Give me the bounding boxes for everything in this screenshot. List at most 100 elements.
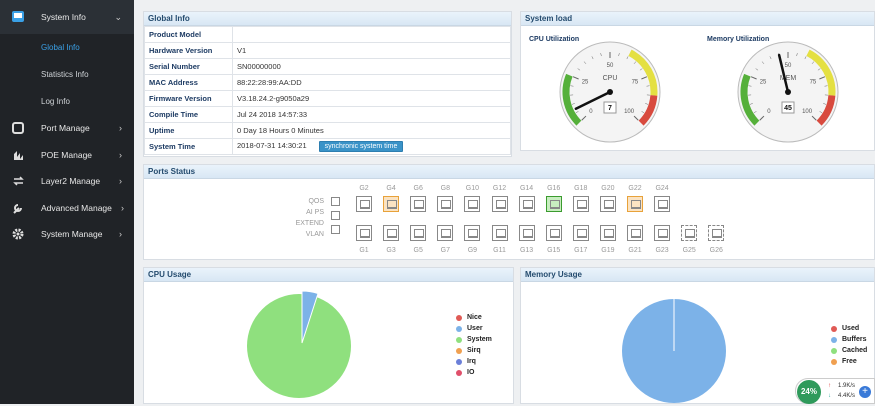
- sub-log-info[interactable]: Log Info: [0, 88, 134, 115]
- port-g16[interactable]: [546, 196, 562, 212]
- port-g12[interactable]: [492, 196, 508, 212]
- nav-label: Port Manage: [41, 123, 90, 133]
- sub-statistics-info[interactable]: Statistics Info: [0, 61, 134, 88]
- legend-item[interactable]: System: [456, 334, 492, 345]
- port-g21[interactable]: [627, 225, 643, 241]
- port-g8[interactable]: [437, 196, 453, 212]
- nav-poe-manage[interactable]: POE Manage ›: [0, 142, 134, 169]
- panel-title: CPU Usage: [144, 268, 513, 282]
- network-widget[interactable]: 24% ↑ 1.9K/s ↓ 4.4K/s +: [795, 378, 875, 404]
- sub-global-info[interactable]: Global Info: [0, 34, 134, 61]
- port-g23[interactable]: [654, 225, 670, 241]
- port-g10[interactable]: [464, 196, 480, 212]
- gear-icon: [11, 227, 25, 241]
- info-value-text: Jul 24 2018 14:57:33: [237, 110, 307, 119]
- legend-label: System: [467, 336, 492, 343]
- cpu-pie: [244, 288, 354, 398]
- nav-layer2-manage[interactable]: Layer2 Manage ›: [0, 168, 134, 195]
- port-label: G2: [354, 185, 374, 192]
- port-g17[interactable]: [573, 225, 589, 241]
- upload-speed: 1.9K/s: [838, 383, 855, 389]
- gauge-tick-label: 50: [607, 63, 614, 69]
- port-g11[interactable]: [492, 225, 508, 241]
- legend-item[interactable]: Sirq: [456, 345, 492, 356]
- legend-item[interactable]: Free: [831, 356, 867, 367]
- port-g26[interactable]: [708, 225, 724, 241]
- swap-icon: [11, 174, 25, 188]
- gauge-tick-label: 50: [785, 63, 792, 69]
- legend-item[interactable]: Cached: [831, 345, 867, 356]
- port-g6[interactable]: [410, 196, 426, 212]
- legend-dot: [456, 315, 462, 321]
- port-g9[interactable]: [464, 225, 480, 241]
- legend-item[interactable]: User: [456, 323, 492, 334]
- sync-time-button[interactable]: synchronic system time: [319, 141, 404, 152]
- nav-port-manage[interactable]: Port Manage ›: [0, 115, 134, 142]
- port-label: G24: [652, 185, 672, 192]
- info-value: V1: [233, 43, 511, 59]
- port-g14[interactable]: [519, 196, 535, 212]
- plus-icon[interactable]: +: [859, 386, 871, 398]
- chevron-right-icon: ›: [119, 123, 122, 133]
- info-value: V3.18.24.2-g9050a29: [233, 91, 511, 107]
- port-g1[interactable]: [356, 225, 372, 241]
- nav-system-info[interactable]: System Info ⌄: [0, 0, 134, 34]
- info-value-text: V3.18.24.2-g9050a29: [237, 94, 309, 103]
- port-g20[interactable]: [600, 196, 616, 212]
- port-g18[interactable]: [573, 196, 589, 212]
- legend-label: Nice: [467, 314, 482, 321]
- global-info-table: Product ModelHardware VersionV1Serial Nu…: [144, 26, 511, 155]
- info-key: Uptime: [145, 123, 233, 139]
- legend-item[interactable]: Buffers: [831, 334, 867, 345]
- info-value-text: 0 Day 18 Hours 0 Minutes: [237, 126, 324, 135]
- ports-status-panel: Ports Status G2G4G6G8G10G12G14G16G18G20G…: [143, 164, 875, 260]
- legend-label: IO: [467, 369, 474, 376]
- info-key: Firmware Version: [145, 91, 233, 107]
- gauge-name: CPU: [603, 75, 618, 82]
- info-row: Product Model: [145, 27, 511, 43]
- port-label: G5: [408, 247, 428, 254]
- port-g3[interactable]: [383, 225, 399, 241]
- download-speed: 4.4K/s: [838, 393, 855, 399]
- port-g13[interactable]: [519, 225, 535, 241]
- nav-label: POE Manage: [41, 150, 92, 160]
- panel-title: Memory Usage: [521, 268, 874, 282]
- nav-system-manage[interactable]: System Manage ›: [0, 221, 134, 248]
- port-g22[interactable]: [627, 196, 643, 212]
- legend-item[interactable]: IO: [456, 367, 492, 378]
- legend-dot: [456, 337, 462, 343]
- legend-item[interactable]: Used: [831, 323, 867, 334]
- side-checkbox: [331, 225, 340, 234]
- chevron-right-icon: ›: [121, 203, 124, 213]
- info-key: Hardware Version: [145, 43, 233, 59]
- memory-pie: [621, 298, 729, 406]
- port-g25[interactable]: [681, 225, 697, 241]
- side-label: EXTEND: [284, 220, 324, 227]
- port-label: G21: [625, 247, 645, 254]
- side-label: QOS: [284, 198, 324, 205]
- port-label: G22: [625, 185, 645, 192]
- nav-advanced-manage[interactable]: Advanced Manage ›: [0, 195, 134, 222]
- legend-dot: [456, 348, 462, 354]
- gauge-tick-label: 75: [810, 80, 817, 86]
- info-row: Compile Time Jul 24 2018 14:57:33: [145, 107, 511, 123]
- gauge-name: MEM: [780, 75, 797, 82]
- memory-gauge: 0255075100MEM45: [736, 40, 840, 144]
- port-label: G15: [544, 247, 564, 254]
- legend-item[interactable]: Nice: [456, 312, 492, 323]
- port-g4[interactable]: [383, 196, 399, 212]
- legend-label: User: [467, 325, 483, 332]
- legend-item[interactable]: Irq: [456, 356, 492, 367]
- gauge-hub: [785, 89, 791, 95]
- port-g2[interactable]: [356, 196, 372, 212]
- legend-label: Cached: [842, 347, 867, 354]
- port-g19[interactable]: [600, 225, 616, 241]
- port-g5[interactable]: [410, 225, 426, 241]
- port-g24[interactable]: [654, 196, 670, 212]
- port-g15[interactable]: [546, 225, 562, 241]
- legend-dot: [831, 337, 837, 343]
- side-label: AI PS: [284, 209, 324, 216]
- nav-label: System Info: [41, 12, 86, 22]
- info-key: Compile Time: [145, 107, 233, 123]
- port-g7[interactable]: [437, 225, 453, 241]
